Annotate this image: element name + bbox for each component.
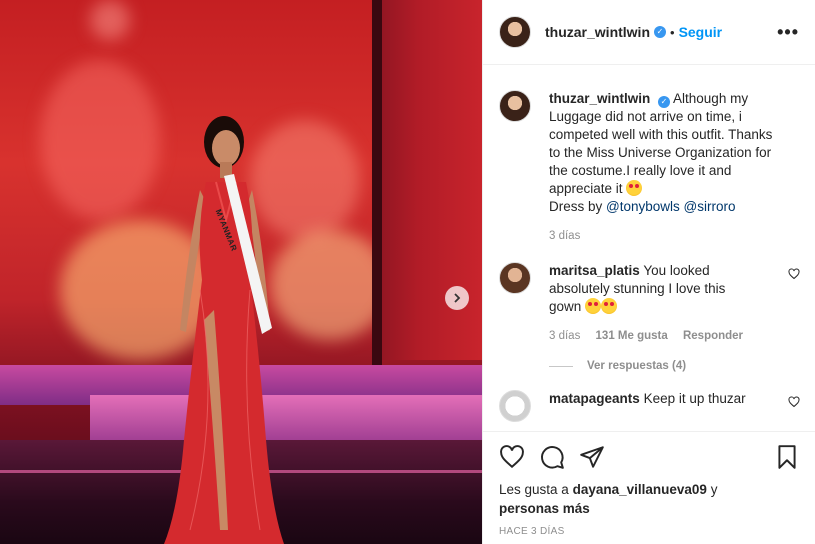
reply-button[interactable]: Responder: [683, 330, 743, 342]
follow-button[interactable]: Seguir: [679, 24, 723, 40]
verified-icon: ✓: [654, 26, 666, 38]
share-icon[interactable]: [579, 444, 605, 470]
post-header: thuzar_wintlwin ✓ • Seguir •••: [483, 0, 815, 65]
comment-icon[interactable]: [539, 444, 565, 470]
likes-summary: Les gusta a dayana_villanueva09 y person…: [499, 480, 800, 518]
star-struck-emoji-icon: [601, 298, 618, 314]
chevron-right-icon: [454, 293, 461, 303]
comment-time[interactable]: 3 días: [549, 330, 580, 342]
more-options-button[interactable]: •••: [777, 22, 799, 43]
divider: [549, 365, 573, 367]
verified-icon: ✓: [658, 96, 671, 108]
stage-light: [90, 0, 130, 40]
star-struck-emoji-icon: [626, 180, 643, 196]
view-replies-button[interactable]: Ver respuestas (4): [549, 360, 800, 372]
comment-meta: 3 días 131 Me gusta Responder: [549, 330, 759, 342]
mention-link[interactable]: @sirroro: [684, 199, 736, 214]
avatar[interactable]: [499, 16, 531, 48]
comment-item: matapageants Keep it up thuzar: [499, 390, 800, 422]
avatar[interactable]: [499, 262, 531, 294]
post-timestamp[interactable]: HACE 3 DÍAS: [499, 526, 800, 537]
mention-link[interactable]: @tonybowls: [606, 199, 680, 214]
avatar[interactable]: [499, 90, 531, 122]
comment-likes[interactable]: 131 Me gusta: [596, 330, 668, 342]
post-side-panel: thuzar_wintlwin ✓ • Seguir ••• thuzar_wi…: [482, 0, 815, 544]
caption-dress-credit: Dress by: [549, 199, 603, 214]
comments-list[interactable]: thuzar_wintlwin ✓ Although my Luggage di…: [483, 66, 815, 431]
likes-user[interactable]: dayana_villanueva09: [573, 482, 707, 497]
comment-username[interactable]: matapageants: [549, 391, 640, 406]
action-bar: [499, 442, 800, 472]
view-replies-label: Ver respuestas (4): [587, 360, 687, 372]
contestant-figure: [164, 116, 284, 544]
comment-item: maritsa_platis You looked absolutely stu…: [499, 262, 800, 342]
post-photo[interactable]: MYANMAR: [0, 0, 482, 544]
caption: thuzar_wintlwin ✓ Although my Luggage di…: [499, 90, 800, 242]
stage-pillar: [372, 0, 382, 370]
caption-time[interactable]: 3 días: [549, 230, 580, 242]
likes-others[interactable]: personas más: [499, 501, 590, 516]
comment-like-button[interactable]: [778, 268, 800, 280]
likes-suffix: y: [710, 482, 718, 497]
comment-username[interactable]: maritsa_platis: [549, 263, 640, 278]
star-struck-emoji-icon: [585, 298, 602, 314]
likes-prefix: Les gusta a: [499, 482, 569, 497]
caption-username[interactable]: thuzar_wintlwin: [549, 91, 650, 106]
caption-meta: 3 días: [549, 230, 781, 242]
post-actions: Les gusta a dayana_villanueva09 y person…: [483, 431, 815, 537]
avatar[interactable]: [499, 390, 531, 422]
next-image-button[interactable]: [445, 286, 469, 310]
separator-dot: •: [670, 24, 675, 40]
heart-icon[interactable]: [499, 444, 525, 470]
stage-light: [40, 60, 160, 220]
post-username[interactable]: thuzar_wintlwin: [545, 24, 650, 40]
comment-text: Keep it up thuzar: [643, 391, 746, 406]
bookmark-icon[interactable]: [774, 444, 800, 470]
comment-like-button[interactable]: [778, 396, 800, 408]
